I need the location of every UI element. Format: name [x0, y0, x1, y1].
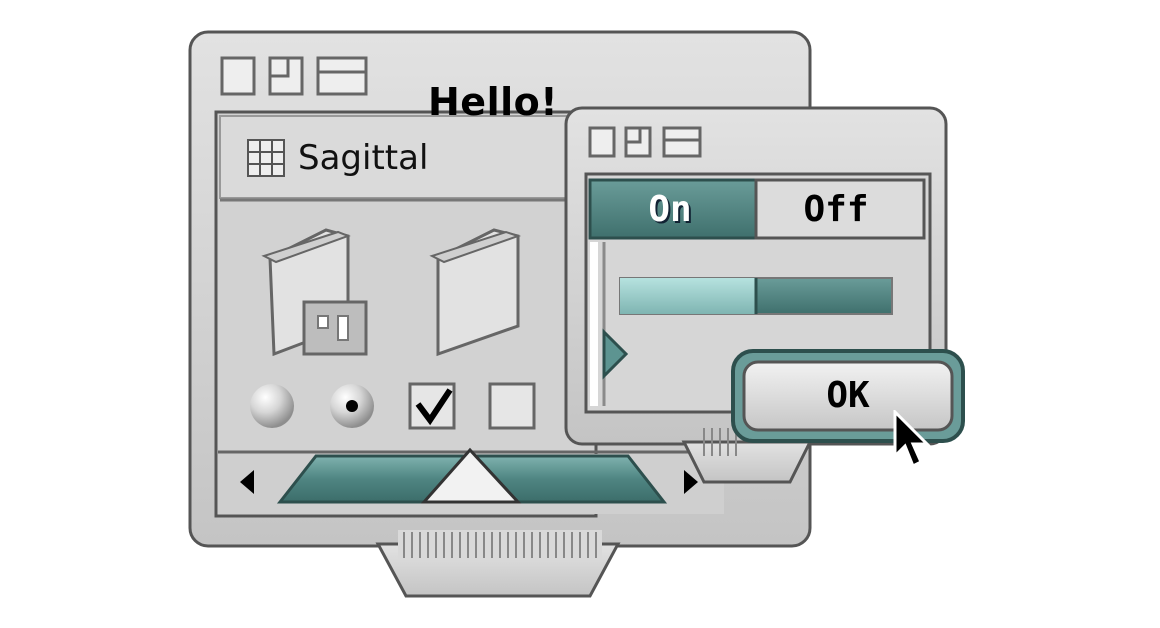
close-box-icon[interactable]: [220, 56, 256, 96]
checkbox-icon-checked[interactable]: [408, 382, 456, 430]
collapse-box-icon[interactable]: [316, 56, 368, 96]
radio-icon-on[interactable]: [330, 384, 374, 428]
segment-on-label: On: [648, 189, 692, 230]
collapse-box-icon-small[interactable]: [662, 126, 702, 158]
checkbox-icon-unchecked[interactable]: [488, 382, 536, 430]
resize-grip[interactable]: [398, 530, 602, 560]
arrow-pointer-icon: [893, 410, 933, 474]
radio-icon-off[interactable]: [250, 384, 294, 428]
zoom-box-icon[interactable]: [268, 56, 304, 96]
window-title: Hello!: [428, 80, 559, 124]
zoom-box-icon-small[interactable]: [624, 126, 652, 158]
pane-label: Sagittal: [298, 138, 429, 178]
grid-icon: [247, 139, 285, 177]
segment-off-label: Off: [803, 189, 869, 230]
progress-bar: [619, 277, 893, 315]
close-box-icon-small[interactable]: [588, 126, 616, 158]
